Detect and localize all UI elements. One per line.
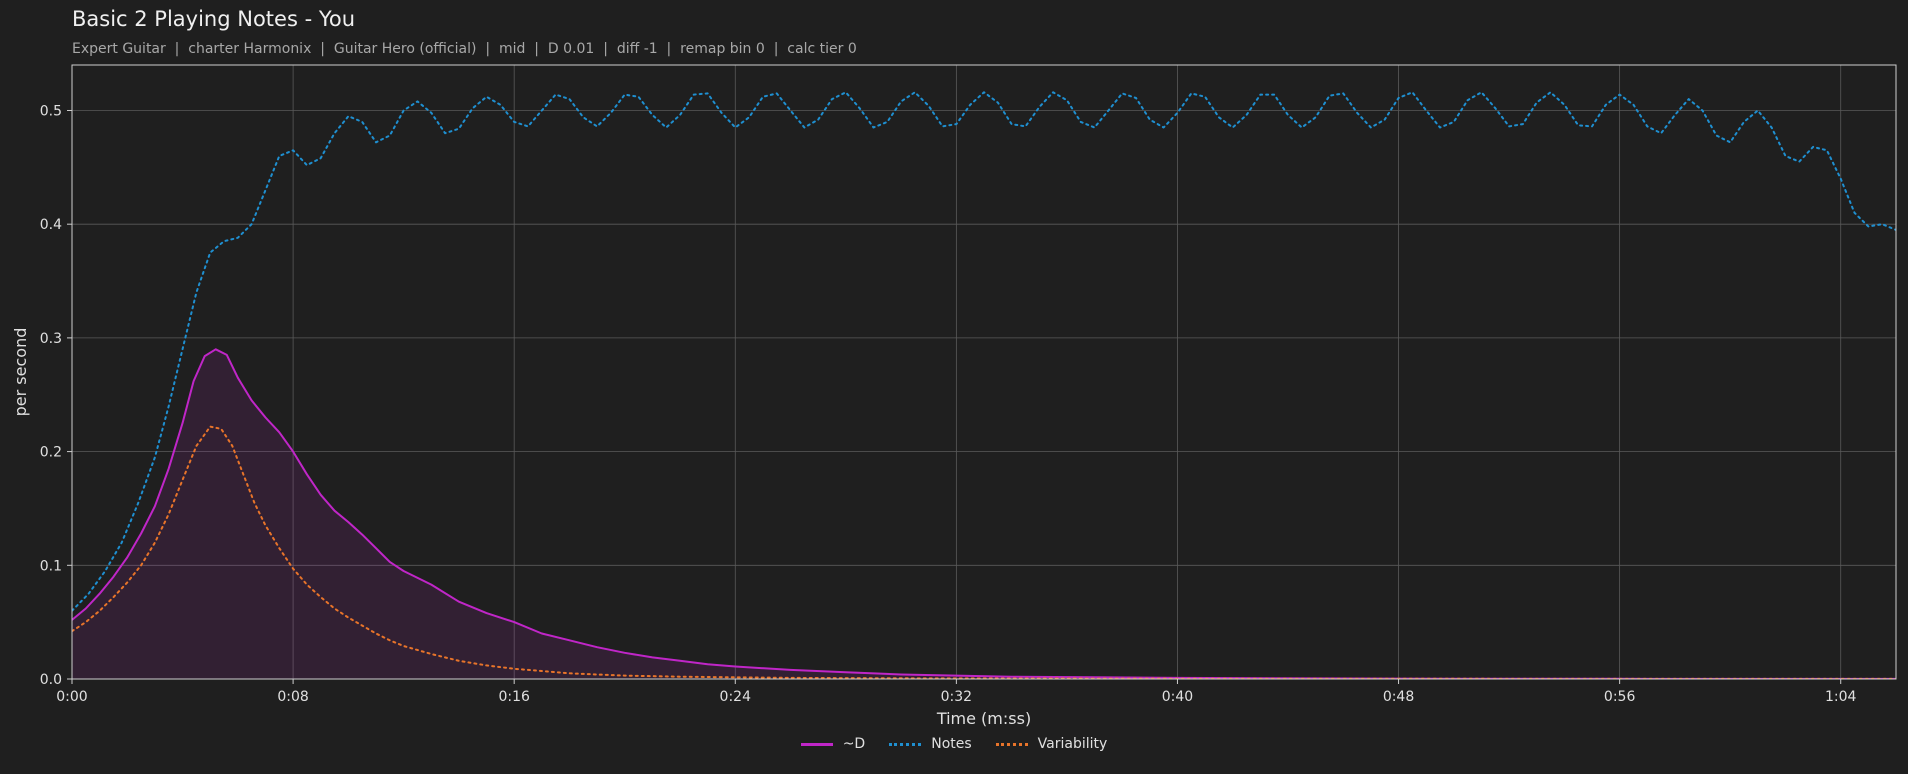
series-layer [72, 91, 1896, 679]
x-tick-label: 1:04 [1825, 689, 1857, 705]
x-tick-label: 0:48 [1383, 689, 1414, 705]
x-tick-label: 0:40 [1162, 689, 1193, 705]
y-axis-label: per second [11, 328, 30, 417]
legend-label-d: ~D [842, 736, 866, 752]
y-tick-label: 0.2 [40, 445, 62, 461]
legend-item-variability: Variability [995, 736, 1108, 752]
legend-item-notes: Notes [889, 736, 972, 752]
series-fill-d [72, 349, 1896, 679]
line-chart: 0:00 0:08 0:16 0:24 0:32 0:40 0:48 0:56 1:04 0.0 0… [11, 64, 1897, 728]
x-tick-label: 0:32 [941, 689, 972, 705]
legend-label-notes: Notes [931, 736, 972, 752]
y-tick-label: 0.1 [40, 558, 62, 574]
legend-label-variability: Variability [1037, 736, 1108, 752]
x-tick-label: 0:00 [56, 689, 87, 705]
x-axis-label: Time (m:ss) [936, 709, 1031, 728]
y-tick-label: 0.5 [40, 103, 62, 119]
y-tick-label: 0.3 [40, 331, 62, 347]
x-tick-label: 0:08 [277, 689, 308, 705]
x-tick-label: 0:24 [720, 689, 752, 705]
legend: ~D Notes Variability [0, 736, 1908, 752]
y-tick-label: 0.0 [40, 672, 62, 688]
x-tick-label: 0:16 [498, 689, 530, 705]
legend-swatch-notes [889, 742, 922, 746]
legend-swatch-variability [995, 742, 1028, 746]
x-tick-label: 0:56 [1604, 689, 1636, 705]
y-tick-label: 0.4 [40, 217, 62, 233]
legend-item-d: ~D [800, 736, 866, 752]
legend-swatch-d [800, 742, 833, 746]
